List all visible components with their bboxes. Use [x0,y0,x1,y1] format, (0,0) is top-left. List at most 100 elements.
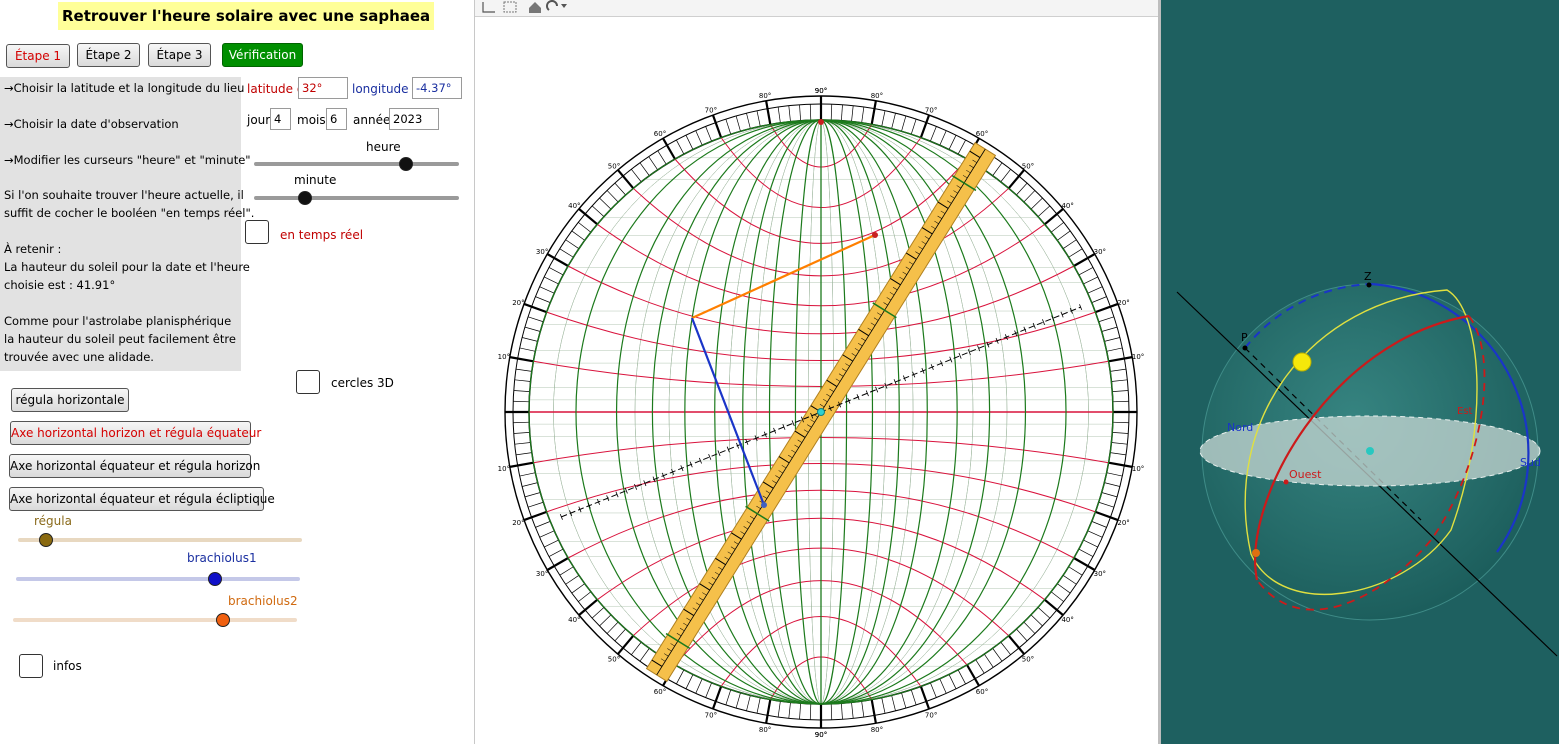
svg-text:50°: 50° [1022,162,1034,170]
celestial-sphere[interactable]: Z P Nord Sud Ouest Est [1161,0,1559,744]
svg-text:90°: 90° [815,731,827,739]
graphics-toolbar [475,0,1158,17]
axes-icon[interactable] [482,2,495,13]
jour-label: jour [247,113,271,127]
regula-horizontale-button[interactable]: régula horizontale [11,388,129,412]
axe-equateur-regula-horizon-button[interactable]: Axe horizontal équateur et régula horizo… [9,454,260,478]
step-1-button[interactable]: Étape 1 [6,44,70,68]
instruction-astrolabe-2: la hauteur du soleil peut facilement êtr… [4,332,236,346]
svg-text:30°: 30° [1094,248,1106,256]
mois-label: mois [297,113,326,127]
svg-text:30°: 30° [1094,570,1106,578]
regula-slider-track[interactable] [18,533,302,547]
ouest-label: Ouest [1289,468,1322,481]
svg-text:30°: 30° [536,248,548,256]
toolbar-icons [482,0,567,13]
annee-input[interactable]: 2023 [389,108,439,130]
brachiolus2-slider-label: brachiolus2 [228,594,298,608]
minute-slider-label: minute [294,173,337,187]
svg-text:20°: 20° [1117,519,1129,527]
cercles-3d-label: cercles 3D [331,376,394,390]
step-3-button[interactable]: Étape 3 [148,43,211,67]
est-label: Est [1457,406,1473,417]
infos-label: infos [53,659,82,673]
zenith-point [1366,282,1372,288]
svg-text:50°: 50° [608,656,620,664]
temps-reel-checkbox[interactable] [245,220,269,244]
control-panel: Retrouver l'heure solaire avec une sapha… [0,0,475,744]
minute-slider-knob[interactable] [298,191,313,205]
svg-text:10°: 10° [1132,353,1144,361]
plate-center [817,408,825,416]
instructions-box: →Choisir la latitude et la longitude du … [0,77,254,371]
home-icon[interactable] [529,2,541,13]
svg-text:50°: 50° [608,162,620,170]
latitude-input[interactable]: 32° [298,77,348,99]
instruction-realtime-1: Si l'on souhaite trouver l'heure actuell… [4,188,244,202]
brachiolus1-slider-track[interactable] [16,572,300,586]
brachiolus1-slider-knob[interactable] [207,572,222,586]
minute-slider-track[interactable] [254,191,459,205]
axe-equateur-regula-ecliptique-button[interactable]: Axe horizontal équateur et régula éclipt… [9,487,275,511]
temps-reel-label: en temps réel [280,228,364,242]
axe-horizon-regula-equateur-button[interactable]: Axe horizontal horizon et régula équateu… [10,421,261,445]
saphaea-graphics-view[interactable]: 90° 90° 90° 90° 80° 80° 80° 80° 70° 70° 70° 70° 60° 6… [475,17,1158,744]
instruction-realtime-2: suffit de cocher le booléen "en temps ré… [4,206,255,220]
nord-label: Nord [1227,421,1253,434]
svg-text:40°: 40° [568,202,580,210]
instruction-hauteur-2: choisie est : 41.91° [4,278,116,292]
svg-text:20°: 20° [512,519,524,527]
svg-text:80°: 80° [871,92,883,100]
jour-input[interactable]: 4 [270,108,291,130]
heure-slider-track[interactable] [254,157,459,171]
brachiolus2-slider-knob[interactable] [216,613,231,627]
view-menu-icon[interactable] [546,0,567,11]
instruction-retenir: À retenir : [4,242,62,256]
mois-input[interactable]: 6 [326,108,347,130]
heure-slider-knob[interactable] [398,157,413,171]
sun-point [872,232,878,238]
regula-slider-label: régula [34,514,72,528]
celestial-sphere-3d-view[interactable]: Z P Nord Sud Ouest Est [1161,0,1559,744]
infos-checkbox[interactable] [19,654,43,678]
verification-button[interactable]: Vérification [222,43,303,67]
instruction-latlong: →Choisir la latitude et la longitude du … [4,81,245,95]
svg-text:20°: 20° [512,299,524,307]
svg-text:70°: 70° [925,712,937,720]
svg-text:30°: 30° [536,570,548,578]
svg-text:40°: 40° [568,616,580,624]
step-2-button[interactable]: Étape 2 [77,43,140,67]
brachiolus-point [1252,549,1260,557]
longitude-label: longitude λ [352,82,420,96]
svg-text:40°: 40° [1061,202,1073,210]
svg-text:10°: 10° [1132,465,1144,473]
svg-text:10°: 10° [498,465,510,473]
svg-text:60°: 60° [976,130,988,138]
regula-slider-knob[interactable] [39,533,54,547]
svg-text:40°: 40° [1061,616,1073,624]
brachiolus1-slider-label: brachiolus1 [187,551,257,565]
svg-text:70°: 70° [705,712,717,720]
cercles-3d-checkbox[interactable] [296,370,320,394]
heure-slider-label: heure [366,140,401,154]
annee-label: année [353,113,391,127]
brachiolus2-slider-track[interactable] [13,613,297,627]
svg-text:10°: 10° [498,353,510,361]
brachiolus1-end [761,502,767,508]
latitude-label: latitude ϕ [247,82,305,96]
svg-text:90°: 90° [815,87,827,95]
north-pole-point [818,119,824,125]
ouest-point [1283,479,1289,485]
zenith-label: Z [1364,270,1372,283]
svg-text:60°: 60° [976,688,988,696]
pole-label: P [1241,331,1248,344]
instruction-astrolabe-3: trouvée avec une alidade. [4,350,154,364]
svg-text:70°: 70° [925,106,937,114]
saphaea-plate[interactable]: 90°90°90°90°80°80°80°80°70°70°70°70°60°6… [475,17,1158,744]
longitude-input[interactable]: -4.37° [412,77,462,99]
svg-text:70°: 70° [705,106,717,114]
instruction-sliders: →Modifier les curseurs "heure" et "minut… [4,153,251,167]
svg-text:60°: 60° [654,688,666,696]
instruction-date: →Choisir la date d'observation [4,117,179,131]
grid-icon[interactable] [503,1,517,13]
